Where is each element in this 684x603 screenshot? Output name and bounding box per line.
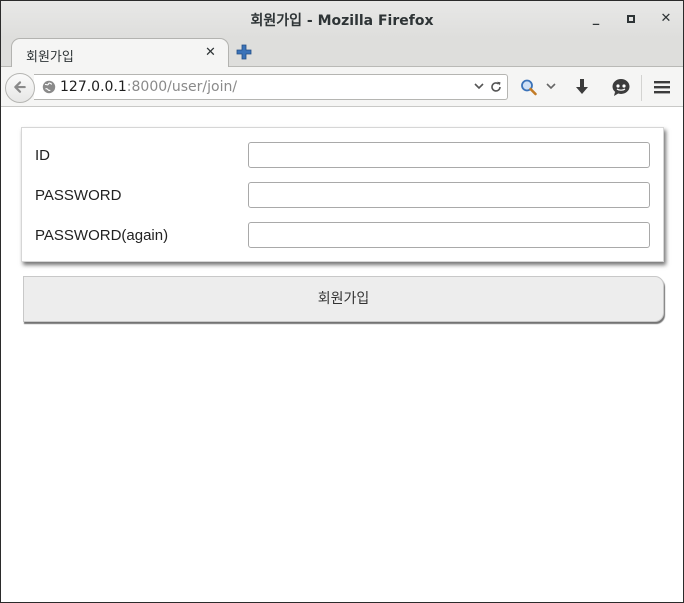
chat-icon[interactable] <box>611 77 631 97</box>
url-host: 127.0.0.1 <box>60 79 127 95</box>
id-label: ID <box>35 147 50 164</box>
search-dropdown-chevron-icon[interactable] <box>545 80 557 92</box>
tab-join[interactable]: 회원가입 ✕ <box>11 38 229 68</box>
toolbar-separator <box>641 75 642 101</box>
password-input[interactable] <box>248 182 650 208</box>
tab-label: 회원가입 <box>26 50 74 65</box>
password-again-label: PASSWORD(again) <box>35 227 169 244</box>
reload-icon[interactable] <box>489 79 503 95</box>
id-input[interactable] <box>248 142 650 168</box>
browser-window: 회원가입 - Mozilla Firefox _ ✕ 회원가입 ✕ 127.0.… <box>0 0 684 603</box>
title-bar: 회원가입 - Mozilla Firefox _ ✕ <box>1 1 683 38</box>
url-text: 127.0.0.1:8000/user/join/ <box>60 79 237 95</box>
chevron-down-icon[interactable] <box>472 79 486 93</box>
globe-icon <box>42 80 56 94</box>
maximize-button[interactable] <box>622 10 640 28</box>
back-button[interactable] <box>5 73 35 103</box>
tab-close-button[interactable]: ✕ <box>205 45 216 60</box>
search-icon[interactable] <box>519 78 539 96</box>
new-tab-plus-icon[interactable] <box>235 43 253 61</box>
window-close-button[interactable]: ✕ <box>657 10 675 28</box>
password-label: PASSWORD <box>35 187 122 204</box>
navigation-bar: 127.0.0.1:8000/user/join/ <box>1 67 683 107</box>
join-submit-button[interactable]: 회원가입 <box>23 276 664 322</box>
url-bar[interactable]: 127.0.0.1:8000/user/join/ <box>34 74 508 100</box>
hamburger-menu-icon[interactable] <box>653 78 671 96</box>
tab-strip: 회원가입 ✕ <box>1 38 683 68</box>
url-path: :8000/user/join/ <box>126 79 238 95</box>
window-title: 회원가입 - Mozilla Firefox <box>250 13 434 29</box>
back-arrow-icon <box>14 81 26 93</box>
page-content: ID PASSWORD PASSWORD(again) 회원가입 <box>1 108 683 602</box>
maximize-icon <box>627 15 635 23</box>
password-again-input[interactable] <box>248 222 650 248</box>
join-form: ID PASSWORD PASSWORD(again) <box>21 127 664 262</box>
download-icon[interactable] <box>573 77 591 97</box>
minimize-button[interactable]: _ <box>587 10 605 28</box>
